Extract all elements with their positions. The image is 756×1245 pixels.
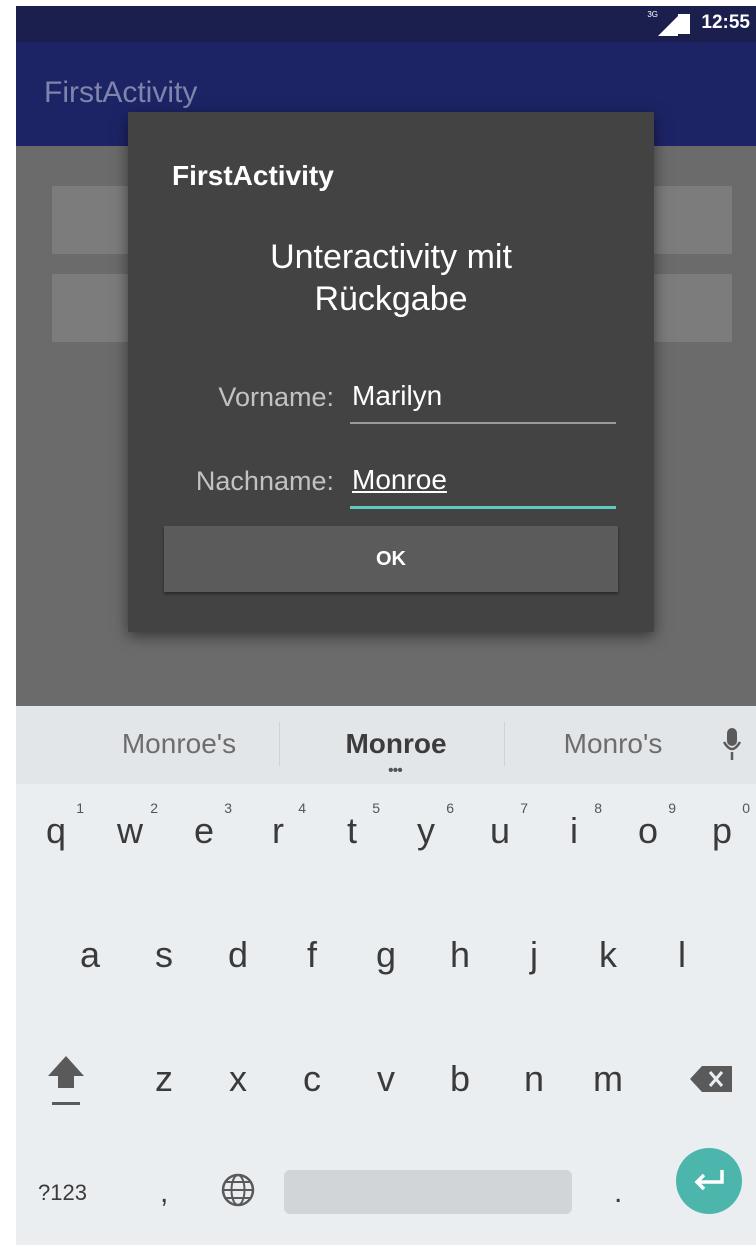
key-label: x: [229, 1058, 247, 1099]
microphone-icon[interactable]: [722, 726, 742, 764]
key-f[interactable]: f: [280, 916, 344, 996]
dialog-heading-line-2: Rückgabe: [314, 280, 468, 318]
key-x[interactable]: x: [206, 1040, 270, 1120]
key-r[interactable]: 4r: [246, 792, 310, 872]
key-label: l: [678, 934, 686, 975]
key-j[interactable]: j: [502, 916, 566, 996]
key-label: h: [449, 934, 471, 975]
enter-key[interactable]: [676, 1148, 742, 1214]
suggestion-divider: [279, 722, 280, 766]
key-d[interactable]: d: [206, 916, 270, 996]
key-b[interactable]: b: [428, 1040, 492, 1120]
phone-screen: 3G 12:55 FirstActivity FirstActivity Unt…: [16, 6, 756, 1245]
key-z[interactable]: z: [132, 1040, 196, 1120]
first-name-value: Marilyn: [352, 380, 443, 411]
key-q[interactable]: 1q: [24, 792, 88, 872]
key-l[interactable]: l: [650, 916, 714, 996]
suggestion-right[interactable]: Monro's: [520, 728, 706, 760]
first-name-label: Vorname:: [218, 382, 334, 412]
key-n[interactable]: n: [502, 1040, 566, 1120]
symbols-key[interactable]: ?123: [38, 1180, 87, 1206]
key-label: y: [417, 810, 435, 851]
soft-keyboard: Monroe's Monroe ••• Monro's 1q 2w 3e 4r …: [16, 706, 756, 1245]
status-time: 12:55: [701, 12, 750, 33]
comma-key[interactable]: ,: [160, 1176, 168, 1210]
key-m[interactable]: m: [576, 1040, 640, 1120]
key-label: i: [570, 810, 578, 851]
dialog-heading: Unteractivity mit Rückgabe: [128, 236, 654, 320]
key-label: g: [375, 934, 397, 975]
last-name-label: Nachname:: [195, 466, 334, 496]
last-name-field[interactable]: Monroe: [350, 454, 616, 509]
key-v[interactable]: v: [354, 1040, 418, 1120]
key-label: d: [227, 934, 249, 975]
key-label: j: [530, 934, 538, 975]
input-dialog: FirstActivity Unteractivity mit Rückgabe…: [128, 112, 654, 632]
dialog-heading-line-1: Unteractivity mit: [270, 238, 512, 276]
network-type: 3G: [647, 10, 658, 19]
key-label: q: [45, 810, 67, 851]
backspace-icon[interactable]: [688, 1064, 736, 1094]
status-bar: 3G 12:55: [16, 6, 756, 42]
key-w[interactable]: 2w: [98, 792, 162, 872]
key-label: f: [306, 934, 317, 975]
key-y[interactable]: 6y: [394, 792, 458, 872]
more-suggestions-dots: •••: [388, 762, 403, 779]
period-key[interactable]: .: [614, 1176, 622, 1210]
first-name-field[interactable]: Marilyn: [350, 370, 616, 424]
key-i[interactable]: 8i: [542, 792, 606, 872]
key-label: t: [346, 810, 357, 851]
key-label: e: [193, 810, 215, 851]
shift-arrow-icon[interactable]: [44, 1052, 88, 1108]
signal-icon: [658, 16, 678, 36]
dialog-title: FirstActivity: [172, 160, 334, 191]
key-label: u: [489, 810, 511, 851]
key-h[interactable]: h: [428, 916, 492, 996]
last-name-value: Monroe: [352, 464, 447, 495]
key-label: b: [449, 1058, 471, 1099]
key-k[interactable]: k: [576, 916, 640, 996]
space-key[interactable]: [284, 1170, 572, 1214]
key-g[interactable]: g: [354, 916, 418, 996]
suggestion-divider: [504, 722, 505, 766]
key-c[interactable]: c: [280, 1040, 344, 1120]
battery-icon: [678, 14, 690, 34]
key-label: v: [377, 1058, 395, 1099]
key-label: o: [637, 810, 659, 851]
key-label: p: [711, 810, 733, 851]
key-p[interactable]: 0p: [690, 792, 754, 872]
key-label: n: [523, 1058, 545, 1099]
key-u[interactable]: 7u: [468, 792, 532, 872]
key-label: m: [593, 1058, 623, 1099]
key-label: z: [155, 1058, 173, 1099]
suggestion-left[interactable]: Monroe's: [86, 728, 272, 760]
key-a[interactable]: a: [58, 916, 122, 996]
key-label: c: [303, 1058, 321, 1099]
ok-button[interactable]: OK: [164, 526, 618, 592]
key-label: r: [272, 810, 284, 851]
suggestion-center[interactable]: Monroe: [306, 728, 486, 760]
enter-icon: [694, 1170, 724, 1191]
key-label: w: [117, 810, 143, 851]
app-title: FirstActivity: [44, 76, 198, 109]
key-label: s: [155, 934, 173, 975]
key-label: a: [79, 934, 101, 975]
globe-icon[interactable]: [220, 1172, 256, 1208]
key-t[interactable]: 5t: [320, 792, 384, 872]
key-label: k: [599, 934, 617, 975]
key-s[interactable]: s: [132, 916, 196, 996]
key-o[interactable]: 9o: [616, 792, 680, 872]
suggestion-strip: Monroe's Monroe ••• Monro's: [16, 706, 756, 784]
key-e[interactable]: 3e: [172, 792, 236, 872]
